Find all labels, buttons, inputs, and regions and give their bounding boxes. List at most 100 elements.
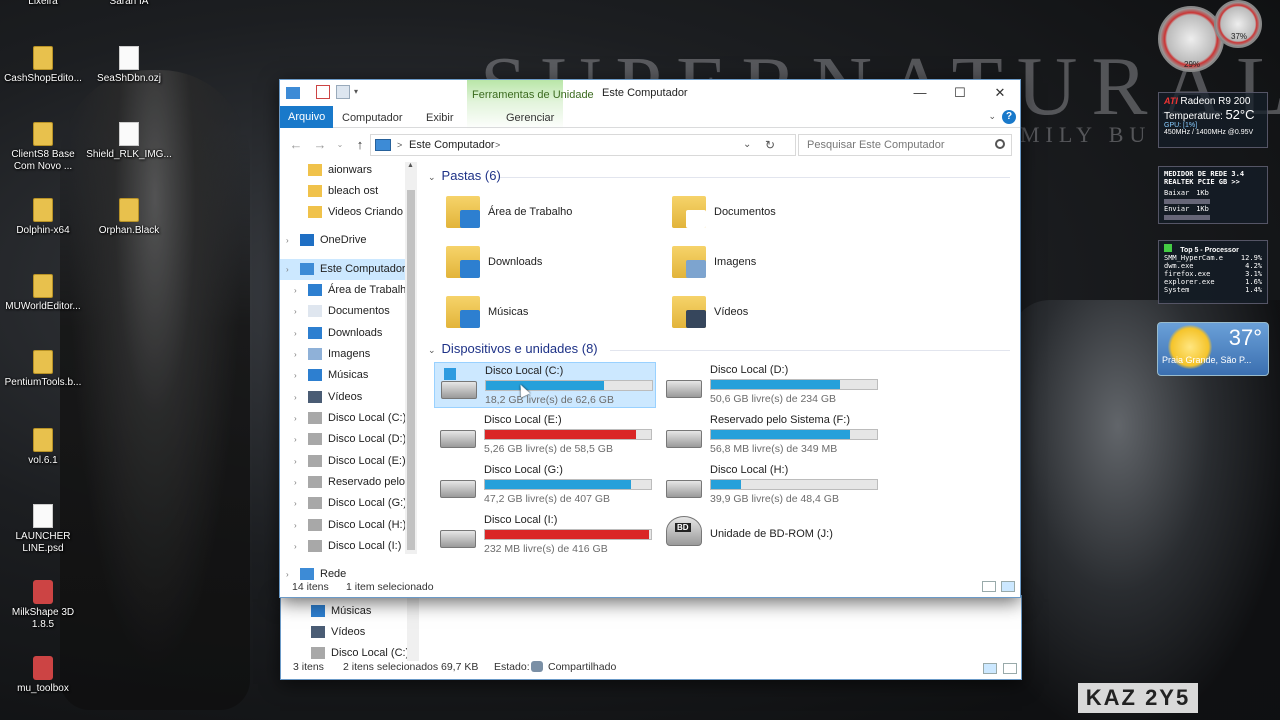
recent-dropdown-icon[interactable]: ⌄ bbox=[332, 140, 348, 149]
expand-chevron-icon[interactable]: › bbox=[294, 301, 297, 322]
nav-item[interactable]: › Disco Local (G:) bbox=[294, 493, 407, 514]
nav-item[interactable]: › Vídeos bbox=[294, 387, 362, 408]
drive-tile[interactable]: Disco Local (G:) 47,2 GB livre(s) de 407 … bbox=[434, 462, 656, 508]
expand-chevron-icon[interactable]: › bbox=[294, 493, 297, 514]
address-dropdown-icon[interactable]: ⌄ bbox=[743, 139, 751, 150]
expand-chevron-icon[interactable]: › bbox=[294, 365, 297, 386]
desktop-icon[interactable]: Dolphin-x64 bbox=[0, 198, 86, 237]
expand-chevron-icon[interactable]: › bbox=[294, 408, 297, 429]
close-button[interactable]: ✕ bbox=[980, 82, 1020, 104]
nav-item[interactable]: › Disco Local (H:) bbox=[294, 515, 406, 536]
help-icon[interactable]: ? bbox=[1002, 110, 1016, 124]
tab-exibir[interactable]: Exibir bbox=[418, 109, 462, 128]
desktop-icon[interactable]: MilkShape 3D 1.8.5 bbox=[0, 580, 86, 631]
address-sep-icon[interactable]: > bbox=[397, 140, 402, 150]
expand-chevron-icon[interactable]: › bbox=[294, 472, 297, 493]
nav-scroll-thumb[interactable] bbox=[407, 190, 415, 550]
desktop-icon[interactable]: Sarah IA bbox=[86, 0, 172, 8]
drive-tile[interactable]: Disco Local (E:) 5,26 GB livre(s) de 58,5… bbox=[434, 412, 656, 458]
nav-item[interactable]: › Área de Trabalho bbox=[294, 280, 412, 301]
nav-item[interactable]: › Imagens bbox=[294, 344, 370, 365]
nav-item[interactable]: › Downloads bbox=[294, 323, 382, 344]
explorer-window-back[interactable]: Músicas Vídeos Disco Local (C:) 3 itens 2 … bbox=[280, 595, 1022, 680]
nav-item[interactable]: Vídeos bbox=[311, 622, 365, 643]
folder-tile[interactable]: Área de Trabalho bbox=[438, 192, 658, 236]
nav-item[interactable]: › OneDrive bbox=[286, 230, 366, 251]
expand-chevron-icon[interactable]: › bbox=[294, 344, 297, 365]
back-arrow-icon[interactable]: ← bbox=[288, 137, 304, 152]
address-bar[interactable]: > Este Computador > ⌄ ↻ bbox=[370, 134, 796, 156]
drive-tile[interactable]: Reservado pelo Sistema (F:) 56,8 MB livre… bbox=[660, 412, 882, 458]
desktop-icon[interactable]: LAUNCHER LINE.psd bbox=[0, 504, 86, 555]
collapse-chevron-icon[interactable]: ⌄ bbox=[428, 345, 436, 355]
desktop-icon[interactable]: Shield_RLK_IMG... bbox=[86, 122, 172, 161]
back-nav-scrollbar[interactable] bbox=[407, 595, 419, 661]
tiles-view-button[interactable] bbox=[1001, 581, 1015, 592]
nav-item[interactable]: › Este Computador bbox=[280, 259, 406, 280]
desktop-icon[interactable]: ClientS8 Base Com Novo ... bbox=[0, 122, 86, 173]
forward-arrow-icon[interactable]: → bbox=[312, 137, 328, 152]
network-gadget[interactable]: MEDIDOR DE REDE 3.4 REALTEK PCIE GB >> B… bbox=[1158, 166, 1268, 224]
address-crumb-chevron[interactable]: > bbox=[495, 140, 500, 150]
navigation-pane[interactable]: aionwars bleach ost Videos Criando S › OneDr… bbox=[280, 160, 417, 582]
explorer-window[interactable]: ▾ Ferramentas de Unidade Este Computador… bbox=[279, 79, 1021, 598]
nav-item[interactable]: › Reservado pelo S bbox=[294, 472, 415, 493]
expand-chevron-icon[interactable]: › bbox=[294, 515, 297, 536]
address-crumb[interactable]: Este Computador bbox=[409, 139, 495, 151]
tab-arquivo[interactable]: Arquivo bbox=[280, 106, 334, 128]
up-arrow-icon[interactable]: ↑ bbox=[352, 137, 368, 152]
minimize-button[interactable]: — bbox=[900, 82, 940, 104]
title-bar[interactable]: ▾ Ferramentas de Unidade Este Computador… bbox=[280, 80, 1020, 130]
nav-item[interactable]: Músicas bbox=[311, 601, 371, 622]
desktop-icon[interactable]: vol.6.1 bbox=[0, 428, 86, 467]
collapse-chevron-icon[interactable]: ⌄ bbox=[428, 172, 436, 182]
group-header[interactable]: ⌄ Dispositivos e unidades (8) bbox=[428, 341, 598, 356]
nav-item[interactable]: › Disco Local (I:) bbox=[294, 536, 401, 557]
folder-tile[interactable]: Músicas bbox=[438, 292, 658, 336]
nav-item[interactable]: › Disco Local (E:) bbox=[294, 451, 406, 472]
details-view-button[interactable] bbox=[982, 581, 996, 592]
ribbon-expand-icon[interactable]: ⌄ bbox=[988, 111, 996, 122]
desktop-icon[interactable]: mu_toolbox bbox=[0, 656, 86, 695]
search-input[interactable]: Pesquisar Este Computador bbox=[798, 134, 1012, 156]
nav-item[interactable]: › Músicas bbox=[294, 365, 368, 386]
nav-item[interactable]: Videos Criando S bbox=[308, 202, 413, 223]
refresh-icon[interactable]: ↻ bbox=[765, 138, 775, 152]
scroll-up-icon[interactable]: ▲ bbox=[407, 162, 414, 169]
folder-tile[interactable]: Documentos bbox=[664, 192, 884, 236]
expand-chevron-icon[interactable]: › bbox=[286, 259, 289, 280]
desktop-icon[interactable]: CashShopEdito... bbox=[0, 46, 86, 85]
expand-chevron-icon[interactable]: › bbox=[294, 451, 297, 472]
desktop-icon[interactable]: Orphan.Black bbox=[86, 198, 172, 237]
expand-chevron-icon[interactable]: › bbox=[294, 280, 297, 301]
nav-item[interactable]: › Disco Local (D:) bbox=[294, 429, 406, 450]
gauge-gadget[interactable]: 29% 37% bbox=[1158, 0, 1278, 74]
expand-chevron-icon[interactable]: › bbox=[286, 230, 289, 251]
details-view-button[interactable] bbox=[983, 663, 997, 674]
folder-tile[interactable]: Vídeos bbox=[664, 292, 884, 336]
tab-computador[interactable]: Computador bbox=[334, 109, 411, 128]
new-folder-icon[interactable] bbox=[336, 85, 350, 99]
processor-gadget[interactable]: Top 5 - Processor SMM_HyperCam.e 12.9% dwm… bbox=[1158, 240, 1268, 304]
gpu-gadget[interactable]: ATI Radeon R9 200 Temperature: 52°C GPU:… bbox=[1158, 92, 1268, 148]
nav-scrollbar[interactable]: ▲ bbox=[405, 162, 417, 554]
nav-item[interactable]: bleach ost bbox=[308, 181, 378, 202]
desktop-icon[interactable]: SeaShDbn.ozj bbox=[86, 46, 172, 85]
expand-chevron-icon[interactable]: › bbox=[294, 536, 297, 557]
drive-tile[interactable]: Disco Local (I:) 232 MB livre(s) de 416 G… bbox=[434, 512, 656, 558]
desktop-icon[interactable]: PentiumTools.b... bbox=[0, 350, 86, 389]
group-header[interactable]: ⌄ Pastas (6) bbox=[428, 168, 501, 183]
weather-gadget[interactable]: 37° Praia Grande, São P... bbox=[1157, 322, 1269, 376]
folder-tile[interactable]: Imagens bbox=[664, 242, 884, 286]
drive-tile[interactable]: Disco Local (H:) 39,9 GB livre(s) de 48,4… bbox=[660, 462, 882, 508]
content-area[interactable]: ⌄ Pastas (6) Área de Trabalho Documentos Dow… bbox=[420, 162, 1020, 580]
tab-gerenciar[interactable]: Gerenciar bbox=[498, 109, 562, 128]
desktop-icon[interactable]: MUWorldEditor... bbox=[0, 274, 86, 313]
expand-chevron-icon[interactable]: › bbox=[294, 387, 297, 408]
nav-item[interactable]: › Documentos bbox=[294, 301, 390, 322]
drive-tile[interactable]: Disco Local (C:) 18,2 GB livre(s) de 62,6… bbox=[434, 362, 656, 408]
properties-icon[interactable] bbox=[316, 85, 330, 99]
nav-item[interactable]: aionwars bbox=[308, 160, 372, 181]
expand-chevron-icon[interactable]: › bbox=[294, 429, 297, 450]
desktop-icon[interactable]: Lixeira bbox=[0, 0, 86, 8]
